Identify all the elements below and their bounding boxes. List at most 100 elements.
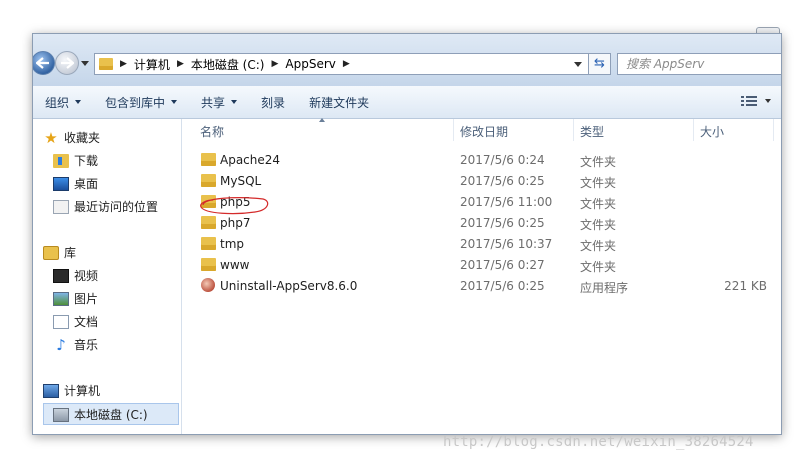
sidebar-group-label: 收藏夹 (64, 131, 101, 145)
column-divider[interactable] (773, 119, 774, 141)
file-row-www[interactable]: www 2017/5/6 0:27 文件夹 (183, 255, 781, 275)
downloads-icon (53, 153, 69, 168)
sidebar-item-documents[interactable]: 文档 (53, 313, 98, 330)
sidebar-item-desktop[interactable]: 桌面 (53, 175, 98, 192)
file-date: 2017/5/6 0:25 (460, 174, 545, 188)
file-name: php5 (220, 195, 251, 209)
address-bar[interactable]: ▶ 计算机 ▶ 本地磁盘 (C:) ▶ AppServ ▶ (94, 53, 589, 75)
folder-icon (201, 195, 216, 208)
file-date: 2017/5/6 11:00 (460, 195, 553, 209)
column-divider[interactable] (693, 119, 694, 141)
sidebar-item-label: 桌面 (74, 177, 99, 191)
folder-icon (201, 237, 216, 250)
command-toolbar: 组织 包含到库中 共享 刻录 新建文件夹 (33, 86, 781, 119)
address-dropdown-icon[interactable] (574, 62, 582, 67)
file-name: Uninstall-AppServ8.6.0 (220, 279, 358, 293)
sidebar-item-pictures[interactable]: 图片 (53, 290, 98, 307)
music-note-icon: ♪ (56, 335, 66, 354)
file-row-php5[interactable]: php5 2017/5/6 11:00 文件夹 (183, 192, 781, 212)
new-folder-label: 新建文件夹 (309, 95, 370, 110)
share-label: 共享 (201, 95, 226, 110)
pictures-icon (53, 291, 69, 306)
documents-icon (53, 314, 69, 329)
forward-button[interactable] (55, 51, 79, 75)
file-name: tmp (220, 237, 245, 251)
column-size[interactable]: 大小 (700, 123, 724, 140)
file-name: MySQL (220, 174, 262, 188)
new-folder-button[interactable]: 新建文件夹 (309, 94, 369, 111)
refresh-icon: ⇆ (594, 56, 605, 71)
column-name[interactable]: 名称 (200, 123, 224, 140)
breadcrumb-computer[interactable]: 计算机 (134, 56, 170, 73)
chevron-right-icon[interactable]: ▶ (177, 59, 184, 69)
folder-icon (201, 174, 216, 187)
sidebar-libraries[interactable]: 库 (43, 244, 76, 261)
view-options-icon (741, 96, 757, 106)
sidebar-item-label: 本地磁盘 (C:) (74, 408, 148, 422)
sidebar-item-recent-places[interactable]: 最近访问的位置 (53, 198, 158, 215)
file-row-apache24[interactable]: Apache24 2017/5/6 0:24 文件夹 (183, 150, 781, 170)
breadcrumb-appserv[interactable]: AppServ (285, 57, 335, 71)
sort-ascending-icon (319, 118, 325, 122)
column-divider[interactable] (573, 119, 574, 141)
file-row-tmp[interactable]: tmp 2017/5/6 10:37 文件夹 (183, 234, 781, 254)
history-dropdown-icon[interactable] (81, 61, 89, 66)
folder-icon (201, 153, 216, 166)
sidebar-computer[interactable]: 计算机 (43, 382, 100, 399)
installer-icon (201, 278, 215, 292)
chevron-right-icon[interactable]: ▶ (271, 59, 278, 69)
chevron-right-icon[interactable]: ▶ (120, 59, 127, 69)
file-size: 221 KB (724, 279, 767, 293)
share-button[interactable]: 共享 (201, 94, 238, 111)
burn-button[interactable]: 刻录 (261, 94, 285, 111)
explorer-window: ▶ 计算机 ▶ 本地磁盘 (C:) ▶ AppServ ▶ ⇆ 搜索 AppSe… (32, 33, 782, 435)
chevron-down-icon (75, 100, 82, 104)
file-type: 文件夹 (580, 239, 617, 253)
column-header: 名称 修改日期 类型 大小 (183, 118, 781, 141)
file-name: php7 (220, 216, 251, 230)
file-type: 文件夹 (580, 155, 617, 169)
chevron-down-icon (765, 99, 771, 103)
organize-label: 组织 (45, 95, 70, 110)
file-row-uninstall[interactable]: Uninstall-AppServ8.6.0 2017/5/6 0:25 应用程… (183, 276, 781, 296)
file-row-mysql[interactable]: MySQL 2017/5/6 0:25 文件夹 (183, 171, 781, 191)
file-row-php7[interactable]: php7 2017/5/6 0:25 文件夹 (183, 213, 781, 233)
breadcrumb-local-disk[interactable]: 本地磁盘 (C:) (191, 56, 265, 73)
drive-icon (53, 407, 69, 422)
sidebar-item-music[interactable]: ♪ 音乐 (53, 336, 98, 353)
sidebar-item-label: 最近访问的位置 (74, 200, 159, 214)
video-icon (53, 268, 69, 283)
organize-button[interactable]: 组织 (45, 94, 82, 111)
sidebar-item-label: 下载 (74, 154, 99, 168)
column-divider[interactable] (453, 119, 454, 141)
star-icon: ★ (44, 128, 58, 147)
folder-icon (201, 216, 216, 229)
file-date: 2017/5/6 0:25 (460, 279, 545, 293)
sidebar-item-downloads[interactable]: 下载 (53, 152, 98, 169)
refresh-button[interactable]: ⇆ (589, 53, 611, 75)
chevron-down-icon (231, 100, 238, 104)
sidebar-group-label: 库 (64, 246, 77, 260)
column-date[interactable]: 修改日期 (460, 123, 508, 140)
include-in-library-button[interactable]: 包含到库中 (105, 94, 178, 111)
file-date: 2017/5/6 0:24 (460, 153, 545, 167)
file-type: 文件夹 (580, 176, 617, 190)
sidebar-item-label: 图片 (74, 292, 99, 306)
file-date: 2017/5/6 10:37 (460, 237, 553, 251)
sidebar-item-label: 文档 (74, 315, 99, 329)
sidebar-item-local-disk[interactable]: 本地磁盘 (C:) (53, 406, 148, 423)
forward-arrow-icon (61, 57, 74, 69)
file-date: 2017/5/6 0:25 (460, 216, 545, 230)
view-options-button[interactable] (741, 95, 771, 107)
column-type[interactable]: 类型 (580, 123, 604, 140)
back-button[interactable] (33, 51, 55, 75)
chevron-right-icon[interactable]: ▶ (343, 59, 350, 69)
sidebar-group-label: 计算机 (64, 384, 101, 398)
search-input[interactable]: 搜索 AppServ (617, 53, 781, 75)
sidebar-favorites[interactable]: ★ 收藏夹 (43, 129, 100, 146)
sidebar-item-videos[interactable]: 视频 (53, 267, 98, 284)
file-name: Apache24 (220, 153, 281, 167)
desktop-icon (53, 176, 69, 191)
navigation-bar: ▶ 计算机 ▶ 本地磁盘 (C:) ▶ AppServ ▶ ⇆ 搜索 AppSe… (33, 34, 781, 86)
file-type: 文件夹 (580, 197, 617, 211)
